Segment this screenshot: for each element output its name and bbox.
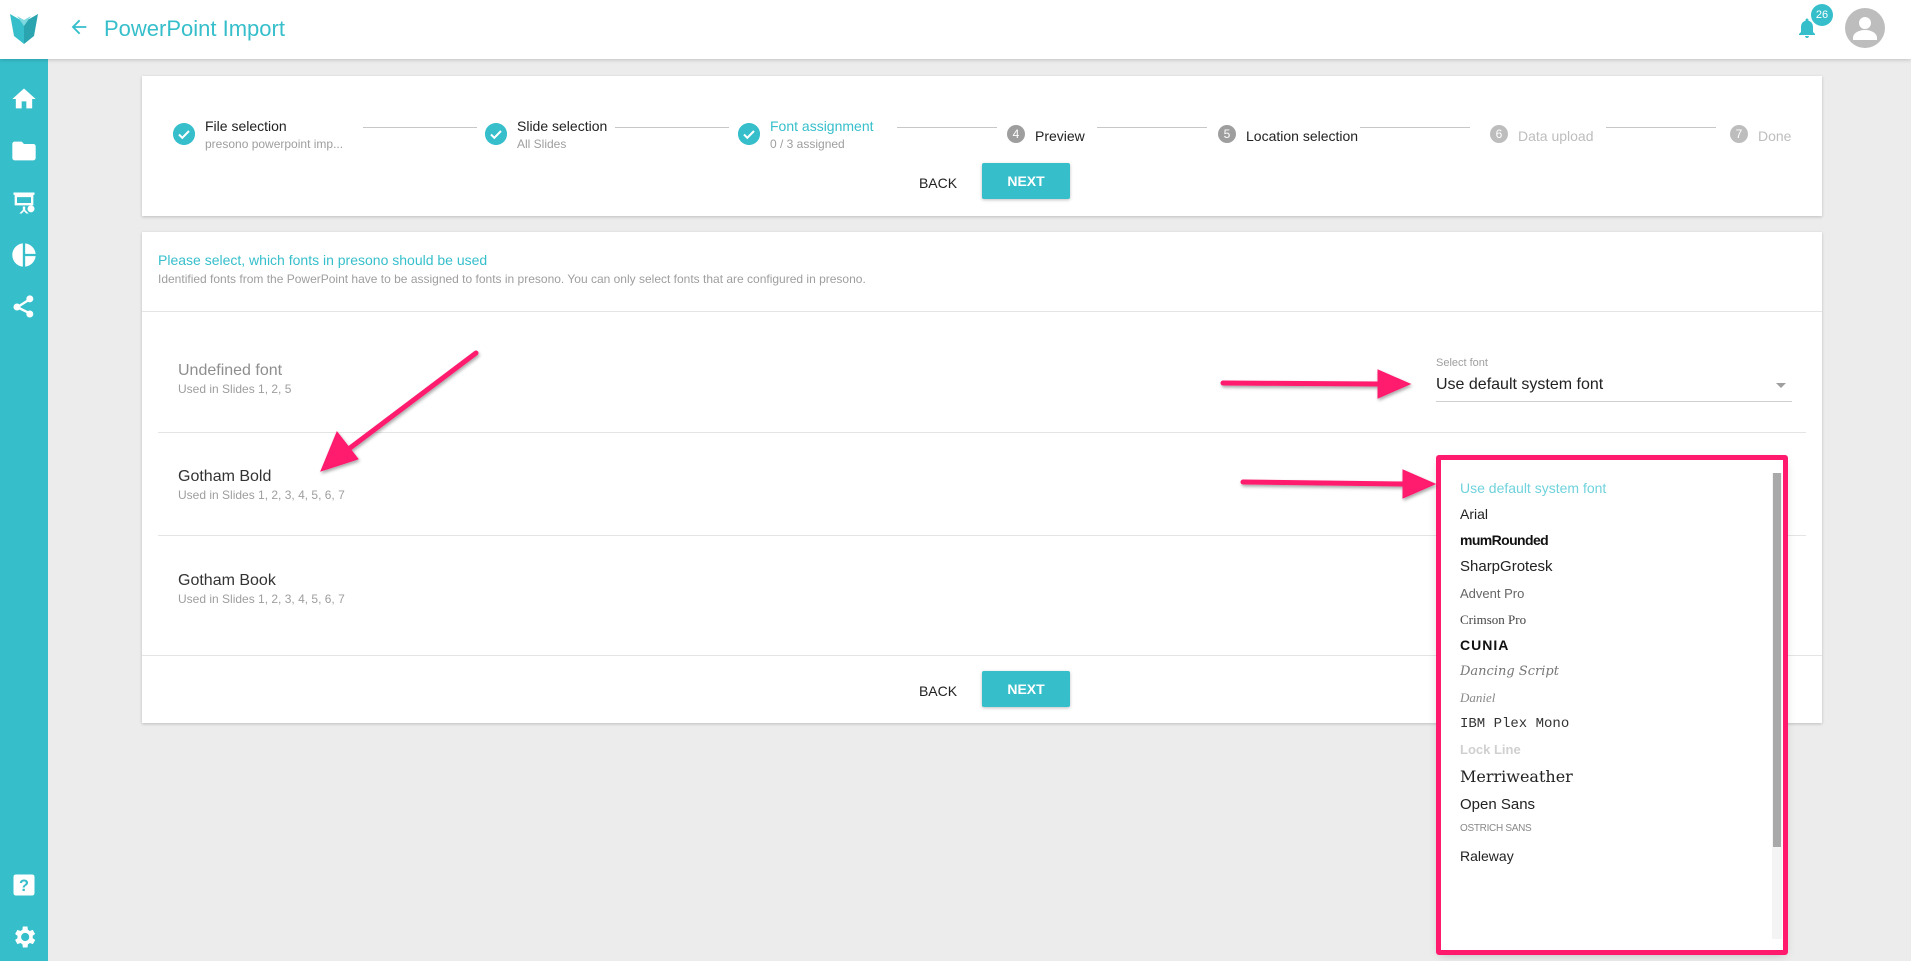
- dropdown-option[interactable]: mumRounded: [1460, 532, 1549, 548]
- dropdown-option[interactable]: Crimson Pro: [1460, 612, 1526, 628]
- home-icon[interactable]: [10, 85, 38, 113]
- font-select[interactable]: Use default system font: [1436, 372, 1792, 402]
- arrow-left-icon[interactable]: [68, 16, 90, 38]
- dropdown-option[interactable]: IBM Plex Mono: [1460, 716, 1569, 732]
- dropdown-option[interactable]: SharpGrotesk: [1460, 558, 1553, 575]
- dropdown-option[interactable]: Merriweather: [1460, 767, 1573, 786]
- step-data-upload: 6 Data upload: [1488, 116, 1608, 156]
- font-name-undefined: Undefined font: [178, 362, 283, 379]
- font-name-gotham-bold: Gotham Bold: [178, 468, 272, 485]
- select-value: Use default system font: [1436, 376, 1604, 393]
- dropdown-option[interactable]: Daniel: [1460, 690, 1495, 706]
- step-slide-selection[interactable]: Slide selection All Slides: [485, 116, 625, 156]
- avatar[interactable]: [1845, 8, 1885, 48]
- notification-badge: 26: [1811, 4, 1833, 26]
- step-connector: [897, 127, 997, 128]
- pie-chart-icon[interactable]: [10, 241, 38, 269]
- panel-subtitle: Identified fonts from the PowerPoint hav…: [158, 272, 866, 286]
- dropdown-option[interactable]: Lock Line: [1460, 742, 1521, 757]
- panel-title: Please select, which fonts in presono sh…: [158, 252, 488, 268]
- check-circle-icon: [738, 123, 760, 145]
- dropdown-option[interactable]: Use default system font: [1460, 480, 1606, 496]
- dropdown-option[interactable]: CUNIA: [1460, 637, 1509, 653]
- step-label: Slide selection: [517, 118, 608, 134]
- page-title: PowerPoint Import: [104, 16, 285, 41]
- top-bar: PowerPoint Import 26: [0, 0, 1911, 59]
- step-number: 7: [1730, 125, 1748, 143]
- font-name-gotham-book: Gotham Book: [178, 572, 276, 589]
- step-done: 7 Done: [1728, 116, 1808, 156]
- share-icon[interactable]: [10, 293, 38, 321]
- step-connector: [1360, 127, 1470, 128]
- check-circle-icon: [485, 123, 507, 145]
- dropdown-scrollbar[interactable]: [1772, 473, 1782, 939]
- presono-logo-icon[interactable]: [8, 12, 40, 46]
- step-label: Font assignment: [770, 118, 874, 134]
- row-divider: [158, 432, 1806, 433]
- dropdown-option[interactable]: Raleway: [1460, 848, 1514, 864]
- step-label: Preview: [1035, 128, 1085, 144]
- back-button[interactable]: Back: [906, 165, 970, 201]
- stepper-card: File selection presono powerpoint imp...…: [142, 76, 1822, 216]
- dropdown-option[interactable]: Arial: [1460, 506, 1488, 522]
- step-sub: 0 / 3 assigned: [770, 137, 845, 151]
- dropdown-option[interactable]: Dancing Script: [1460, 664, 1559, 679]
- font-usage: Used in Slides 1, 2, 5: [178, 382, 292, 396]
- step-connector: [1097, 127, 1207, 128]
- step-label: Location selection: [1246, 128, 1359, 144]
- step-location-selection[interactable]: 5 Location selection: [1216, 116, 1376, 156]
- step-number: 4: [1007, 125, 1025, 143]
- step-number: 5: [1218, 125, 1236, 143]
- check-circle-icon: [173, 123, 195, 145]
- font-dropdown-list: Use default system font Arial mumRounded…: [1440, 459, 1784, 951]
- next-button[interactable]: Next: [982, 163, 1070, 199]
- step-font-assignment[interactable]: Font assignment 0 / 3 assigned: [738, 116, 888, 156]
- step-connector: [615, 127, 729, 128]
- sidebar: ?: [0, 59, 48, 961]
- divider: [142, 311, 1822, 312]
- step-preview[interactable]: 4 Preview: [1005, 116, 1115, 156]
- step-label: File selection: [205, 118, 287, 134]
- dropdown-option[interactable]: OSTRICH SANS: [1460, 823, 1532, 834]
- help-icon[interactable]: ?: [10, 871, 38, 899]
- folder-icon[interactable]: [10, 137, 38, 165]
- user-icon: [1853, 17, 1877, 40]
- font-usage: Used in Slides 1, 2, 3, 4, 5, 6, 7: [178, 488, 345, 502]
- step-connector: [1606, 127, 1716, 128]
- settings-icon[interactable]: [10, 923, 38, 951]
- next-button[interactable]: Next: [982, 671, 1070, 707]
- step-number: 6: [1490, 125, 1508, 143]
- back-button[interactable]: Back: [906, 673, 970, 709]
- font-usage: Used in Slides 1, 2, 3, 4, 5, 6, 7: [178, 592, 345, 606]
- step-label: Data upload: [1518, 128, 1594, 144]
- step-label: Done: [1758, 128, 1792, 144]
- select-font-label: Select font: [1436, 357, 1488, 369]
- step-sub: presono powerpoint imp...: [205, 137, 344, 151]
- chevron-down-icon: [1776, 383, 1786, 388]
- step-file-selection[interactable]: File selection presono powerpoint imp...: [173, 116, 343, 156]
- dropdown-option[interactable]: Open Sans: [1460, 796, 1535, 813]
- svg-text:?: ?: [19, 877, 29, 895]
- presentation-icon[interactable]: [10, 189, 38, 217]
- scrollbar-thumb[interactable]: [1773, 473, 1781, 847]
- step-sub: All Slides: [517, 137, 567, 151]
- dropdown-option[interactable]: Advent Pro: [1460, 586, 1524, 601]
- step-connector: [363, 127, 477, 128]
